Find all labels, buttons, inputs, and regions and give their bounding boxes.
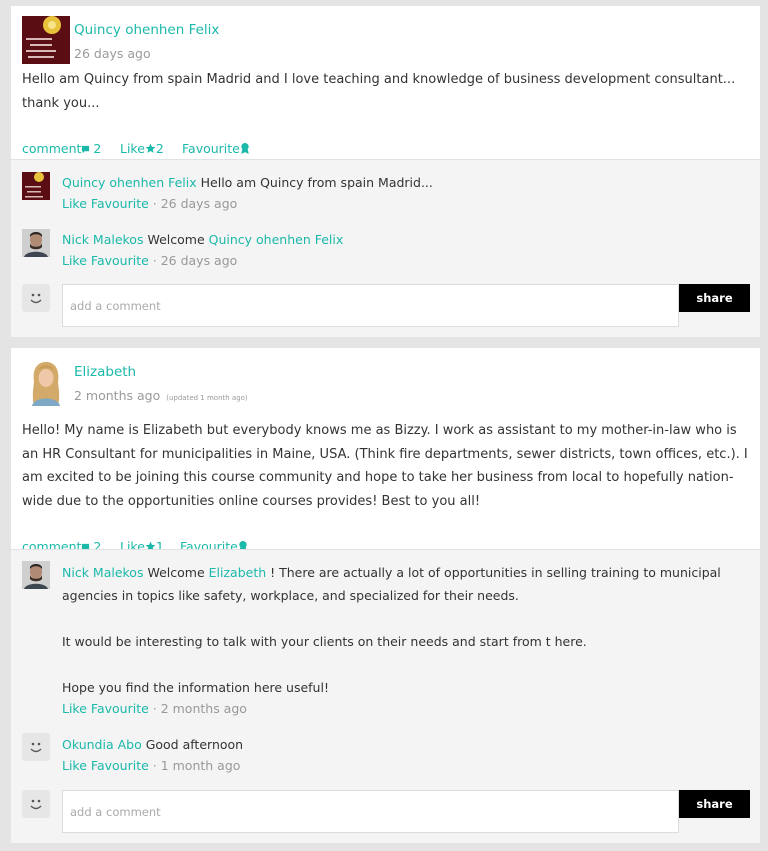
comment-meta: Like Favourite · 1 month ago [62,758,241,773]
comment-section: Quincy ohenhen Felix Hello am Quincy fro… [11,159,760,337]
comment-favourite-link[interactable]: Favourite [91,253,149,268]
avatar[interactable] [22,229,50,257]
comment-section: Nick Malekos Welcome Elizabeth ! There a… [11,549,760,843]
comment-text: Hello am Quincy from spain Madrid... [200,175,433,190]
comment-text: Good afternoon [145,737,244,752]
post-header: Quincy ohenhen Felix 26 days ago [11,6,760,68]
comment-mention[interactable]: Elizabeth [209,565,267,580]
comment-author[interactable]: Quincy ohenhen Felix [62,175,197,190]
comment-content: Nick Malekos Welcome Elizabeth ! There a… [62,561,748,719]
post-author[interactable]: Quincy ohenhen Felix [74,22,219,38]
comment-text: Welcome [147,565,209,580]
ribbon-icon [241,143,249,154]
comment-meta: Like Favourite · 26 days ago [62,196,238,211]
share-button[interactable]: share [679,790,750,818]
avatar[interactable] [22,358,70,406]
comment-paragraph: Hope you find the information here usefu… [62,680,329,695]
avatar[interactable] [22,172,50,200]
share-button[interactable]: share [679,284,750,312]
comment-meta: Like Favourite · 26 days ago [62,253,238,268]
like-button[interactable]: Like 2 [120,141,164,156]
post-card: Quincy ohenhen Felix 26 days ago Hello a… [11,6,760,337]
smiley-icon [22,284,50,312]
comment-like-link[interactable]: Like [62,253,87,268]
comment-time: 26 days ago [160,196,238,211]
comment-author[interactable]: Nick Malekos [62,232,143,247]
comment-time: 26 days ago [160,253,238,268]
star-icon [145,143,156,153]
comment-content: Nick Malekos Welcome Quincy ohenhen Feli… [62,228,748,271]
comment-content: Okundia Abo Good afternoon Like Favourit… [62,733,748,776]
comment-input[interactable] [62,284,679,327]
post-header: Elizabeth 2 months ago (updated 1 month a… [11,348,760,410]
comment-icon [82,145,90,154]
comment-like-link[interactable]: Like [62,196,87,211]
comment-input[interactable] [62,790,679,833]
comment-time: 1 month ago [160,758,241,773]
comment-author[interactable]: Nick Malekos [62,565,143,580]
comment-content: Quincy ohenhen Felix Hello am Quincy fro… [62,171,748,214]
avatar[interactable] [22,733,50,761]
updated-note: (updated 1 month ago) [166,394,248,402]
post-card: Elizabeth 2 months ago (updated 1 month a… [11,348,760,843]
comment-time: 2 months ago [160,701,247,716]
avatar[interactable] [22,16,70,64]
comment-text: Welcome [147,232,209,247]
comment-author[interactable]: Okundia Abo [62,737,142,752]
post-body: Hello am Quincy from spain Madrid and I … [22,72,736,111]
favourite-button[interactable]: Favourite [182,141,250,156]
comment-paragraph: It would be interesting to talk with you… [62,634,587,649]
post-time: 26 days ago [74,46,151,61]
comment-meta: Like Favourite · 2 months ago [62,701,247,716]
post-time: 2 months ago (updated 1 month ago) [74,388,248,403]
avatar[interactable] [22,561,50,589]
post-author[interactable]: Elizabeth [74,364,136,380]
comment-like-link[interactable]: Like [62,758,87,773]
post-body: Hello! My name is Elizabeth but everybod… [22,423,748,509]
comment-favourite-link[interactable]: Favourite [91,701,149,716]
comment-button[interactable]: comment 2 [22,141,101,156]
comment-favourite-link[interactable]: Favourite [91,758,149,773]
comment-mention[interactable]: Quincy ohenhen Felix [209,232,344,247]
comment-favourite-link[interactable]: Favourite [91,196,149,211]
smiley-icon [22,790,50,818]
comment-like-link[interactable]: Like [62,701,87,716]
